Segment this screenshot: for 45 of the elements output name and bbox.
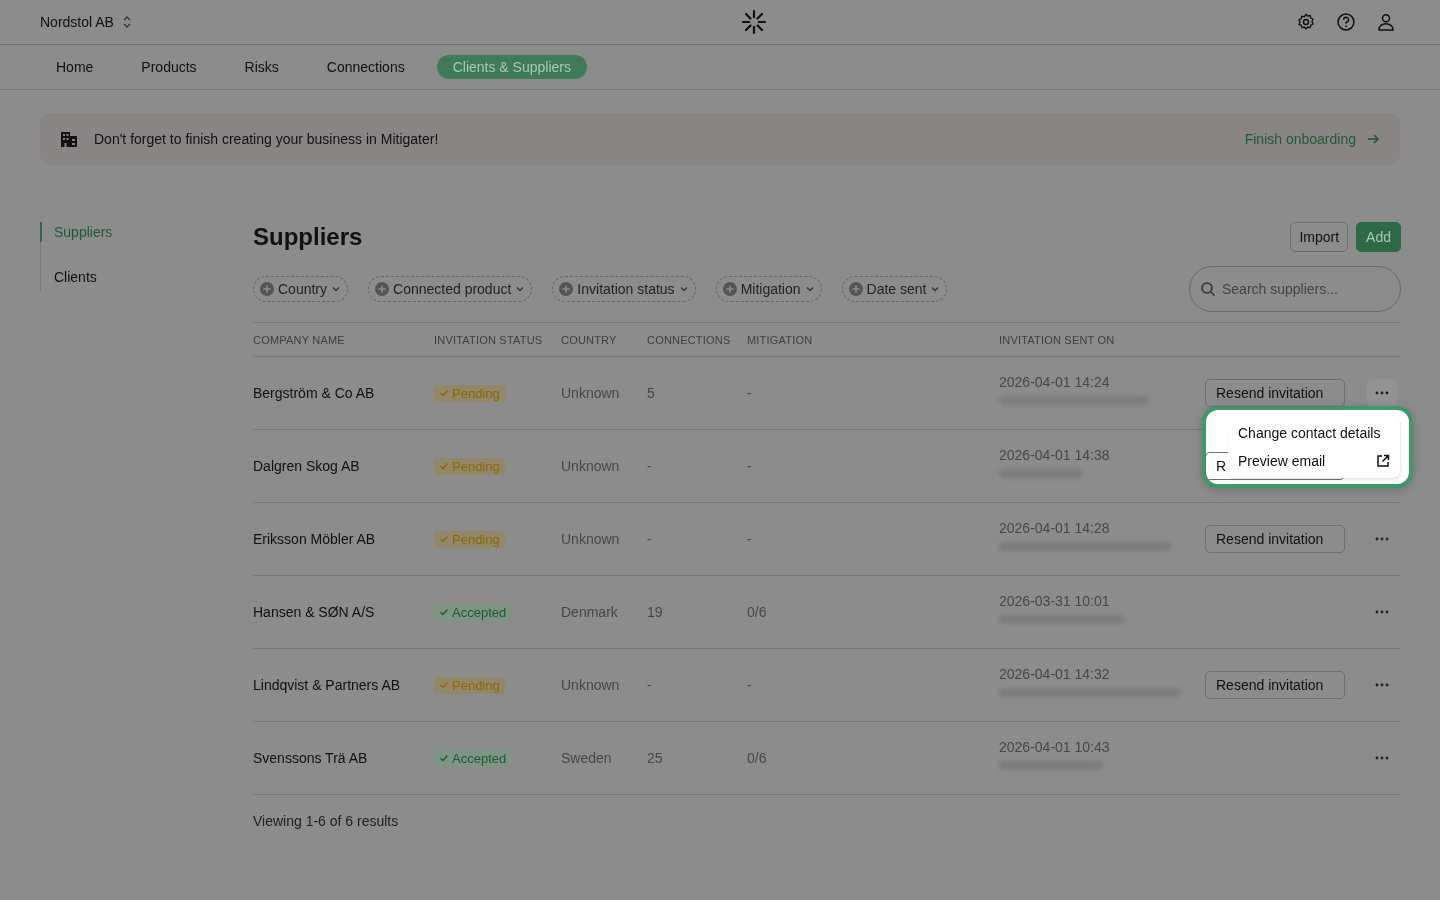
connections-cell-text: - xyxy=(647,458,653,474)
sent-date: 2026-04-01 14:38 xyxy=(999,446,1111,463)
company-name: Svenssons Trä AB xyxy=(253,750,369,766)
company-name: Bergström & Co AB xyxy=(253,385,376,401)
sent-date: 2026-04-01 14:28 xyxy=(999,519,1111,536)
sent-date: 2026-04-01 10:43 xyxy=(999,738,1111,755)
country-cell-text: Unknown xyxy=(561,385,621,401)
mitigation-cell-text: - xyxy=(747,677,753,693)
status-badge: Pending xyxy=(434,676,505,694)
company-name: Eriksson Möbler AB xyxy=(253,531,377,547)
status-badge: Pending xyxy=(434,384,505,402)
column-header: COUNTRY xyxy=(561,333,618,346)
connections-cell-text: 5 xyxy=(647,385,656,401)
column-header: INVITATION STATUS xyxy=(434,333,544,346)
sent-date: 2026-03-31 10:01 xyxy=(999,592,1111,609)
mitigation-cell-text: - xyxy=(747,531,753,547)
sent-date: 2026-04-01 14:24 xyxy=(999,373,1111,390)
country-cell-text: Unknown xyxy=(561,677,621,693)
mitigation-cell-text: 0/6 xyxy=(747,750,768,766)
country-cell-text: Unknown xyxy=(561,458,621,474)
company-name: Dalgren Skog AB xyxy=(253,458,361,474)
country-cell-text: Unknown xyxy=(561,531,621,547)
connections-cell-text: 25 xyxy=(647,750,664,766)
column-header: INVITATION SENT ON xyxy=(999,333,1116,346)
status-badge: Accepted xyxy=(434,749,512,767)
mitigation-cell-text: - xyxy=(747,458,753,474)
mitigation-cell-text: 0/6 xyxy=(747,604,768,620)
company-name: Hansen & SØN A/S xyxy=(253,604,376,620)
column-header: COMPANY NAME xyxy=(253,333,346,346)
status-badge: Accepted xyxy=(434,603,512,621)
connections-cell-text: 19 xyxy=(647,604,664,620)
mitigation-cell-text: - xyxy=(747,385,753,401)
connections-cell-text: - xyxy=(647,677,653,693)
status-badge: Pending xyxy=(434,457,505,475)
connections-cell-text: - xyxy=(647,531,653,547)
country-cell-text: Sweden xyxy=(561,750,613,766)
column-header: CONNECTIONS xyxy=(647,333,732,346)
company-name: Lindqvist & Partners AB xyxy=(253,677,402,693)
sent-date: 2026-04-01 14:32 xyxy=(999,665,1111,682)
country-cell-text: Denmark xyxy=(561,604,619,620)
status-badge: Pending xyxy=(434,530,505,548)
results-count: Viewing 1-6 of 6 results xyxy=(253,813,400,829)
column-header: MITIGATION xyxy=(747,333,814,346)
banner-message: Don't forget to finish creating your business in Mitigater! xyxy=(94,131,440,147)
page-title: Suppliers xyxy=(253,223,363,251)
